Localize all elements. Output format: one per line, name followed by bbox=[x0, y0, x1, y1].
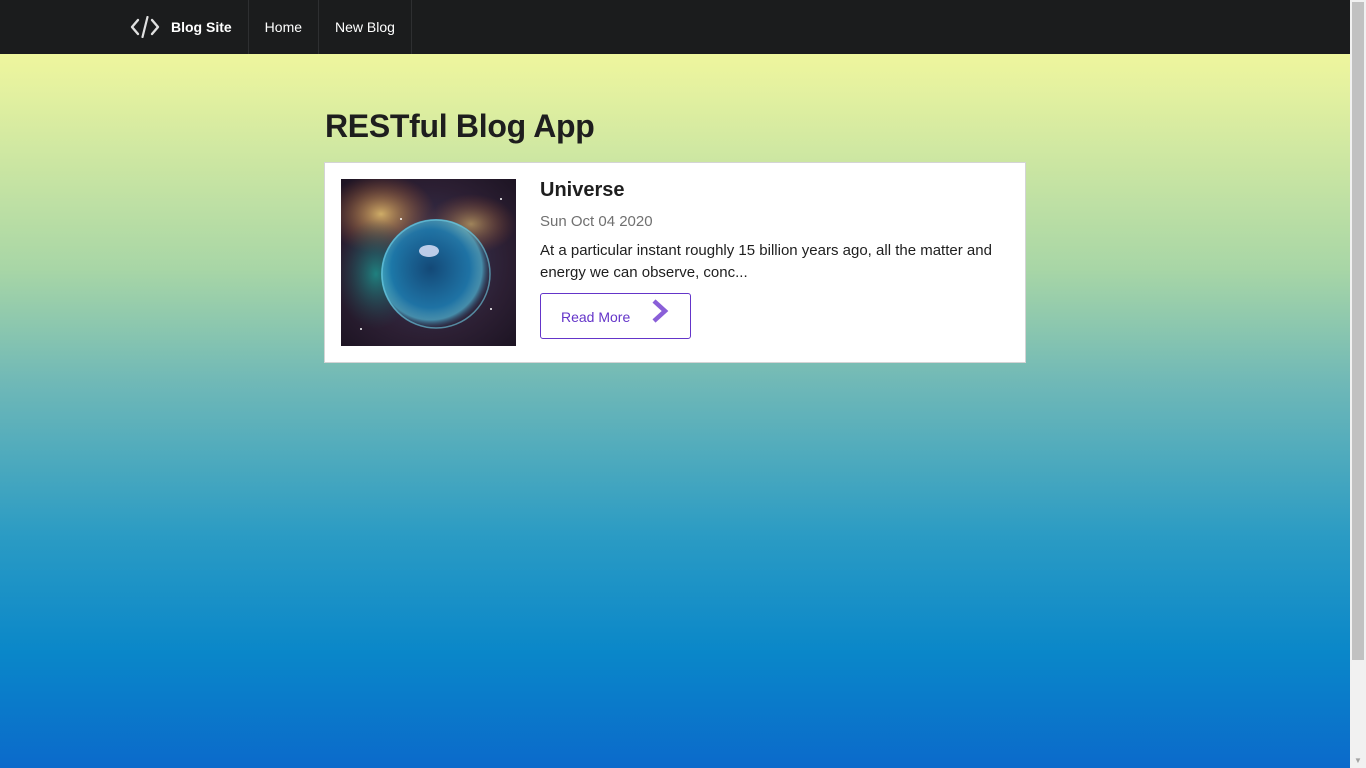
brand-link[interactable]: Blog Site bbox=[114, 0, 249, 54]
read-more-button[interactable]: Read More bbox=[540, 293, 691, 339]
page-title: RESTful Blog App bbox=[325, 108, 595, 144]
chevron-right-icon bbox=[649, 299, 669, 323]
scroll-down-arrow-icon[interactable]: ▼ bbox=[1350, 752, 1366, 768]
navbar: Blog Site Home New Blog bbox=[0, 0, 1350, 54]
scrollbar-thumb[interactable] bbox=[1352, 2, 1364, 660]
nav-item-home[interactable]: Home bbox=[249, 0, 320, 54]
read-more-label: Read More bbox=[561, 308, 631, 325]
code-icon bbox=[130, 16, 160, 38]
blog-post-card: Universe Sun Oct 04 2020 At a particular… bbox=[324, 162, 1026, 363]
nav-item-label: Home bbox=[264, 19, 303, 35]
nav-item-new-blog[interactable]: New Blog bbox=[319, 0, 412, 54]
post-excerpt: At a particular instant roughly 15 billi… bbox=[540, 242, 992, 281]
post-image[interactable] bbox=[341, 179, 516, 346]
post-date: Sun Oct 04 2020 bbox=[540, 213, 653, 230]
nav-item-label: New Blog bbox=[335, 19, 395, 35]
navbar-menu: Blog Site Home New Blog bbox=[114, 0, 412, 54]
brand-label: Blog Site bbox=[171, 19, 232, 35]
post-title[interactable]: Universe bbox=[540, 179, 625, 202]
vertical-scrollbar[interactable]: ▼ bbox=[1350, 0, 1366, 768]
